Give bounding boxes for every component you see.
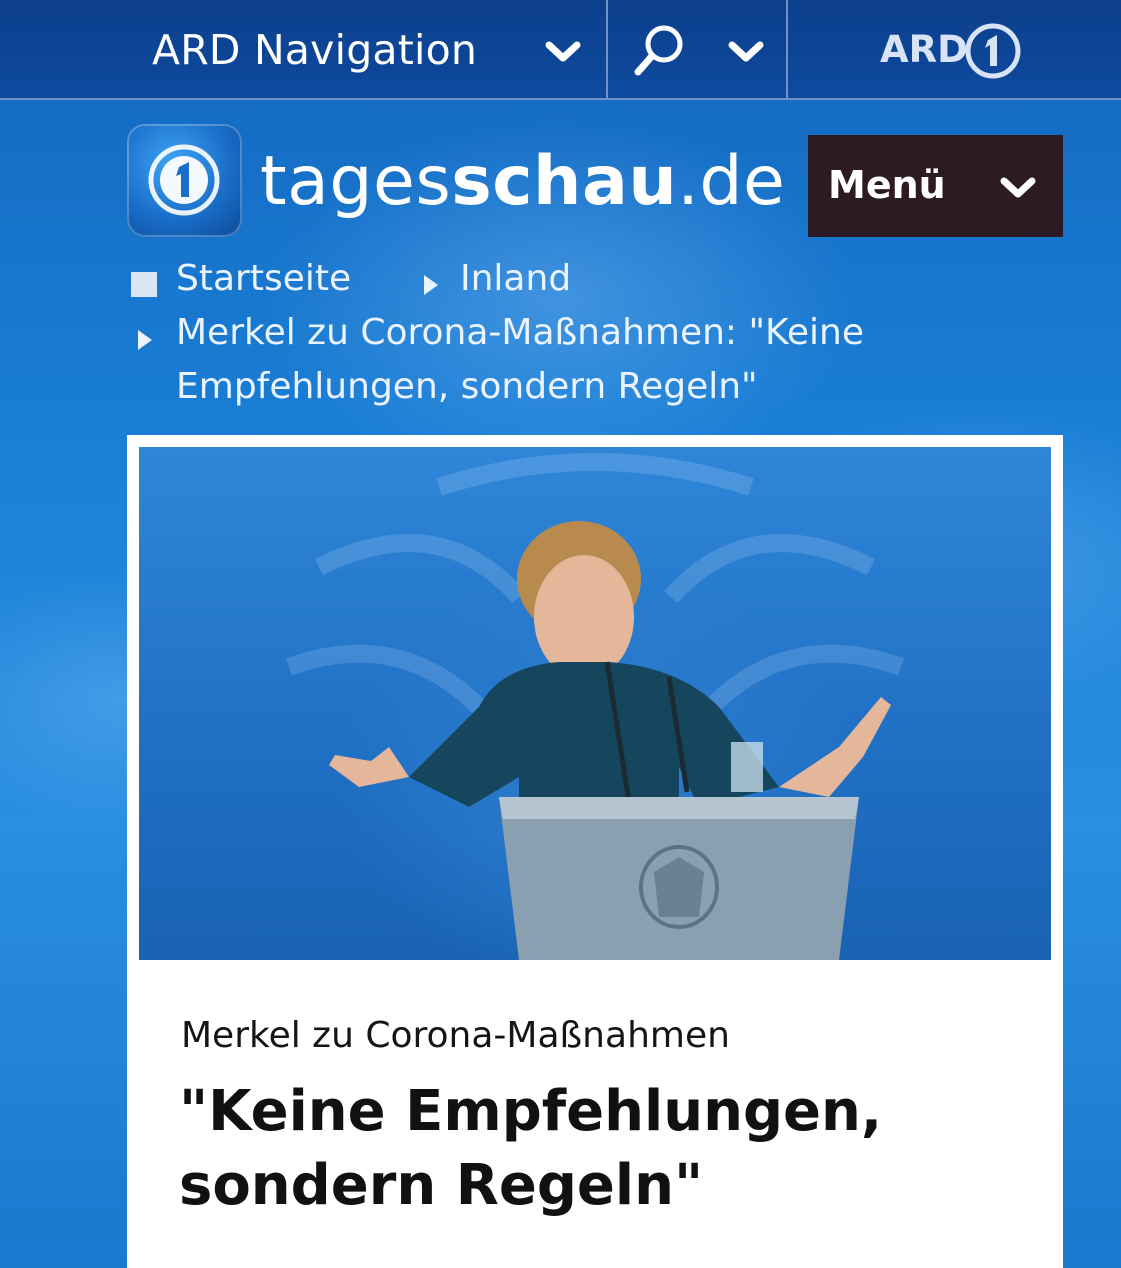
ard-navigation-label: ARD Navigation xyxy=(152,26,478,74)
headline-line-2: sondern Regeln" xyxy=(179,1153,704,1218)
triangle-right-icon xyxy=(424,275,438,295)
ard-one-logo[interactable]: ARD xyxy=(878,18,1028,82)
wordmark-bold: schau xyxy=(451,142,678,221)
tagesschau-one-icon xyxy=(148,144,220,216)
article-hero-image[interactable] xyxy=(139,447,1051,960)
menu-button[interactable]: Menü xyxy=(808,135,1063,237)
ard-top-bar: ARD Navigation ARD xyxy=(0,0,1121,100)
wordmark-regular: tages xyxy=(260,142,452,221)
menu-button-label: Menü xyxy=(828,163,946,207)
wordmark-suffix: .de xyxy=(677,142,786,221)
article-kicker[interactable]: Merkel zu Corona-Maßnahmen xyxy=(181,1015,730,1056)
ard-logo-text: ARD xyxy=(880,28,968,71)
chevron-down-icon[interactable] xyxy=(545,41,581,63)
ard-one-icon xyxy=(965,23,1021,79)
breadcrumb-inland[interactable]: Inland xyxy=(460,258,571,299)
breadcrumb-home[interactable]: Startseite xyxy=(176,258,351,299)
ard-search-toggle[interactable] xyxy=(610,0,788,100)
breadcrumb-current-line1[interactable]: Merkel zu Corona-Maßnahmen: "Keine xyxy=(176,312,864,353)
headline-line-1: "Keine Empfehlungen, xyxy=(179,1079,883,1144)
article-teaser-card[interactable]: Merkel zu Corona-Maßnahmen "Keine Empfeh… xyxy=(127,435,1063,1268)
tagesschau-wordmark[interactable]: tagesschau.de xyxy=(260,142,785,221)
article-headline[interactable]: "Keine Empfehlungen, sondern Regeln" xyxy=(179,1075,1019,1223)
tagesschau-logo[interactable] xyxy=(127,124,242,237)
square-bullet-icon xyxy=(131,272,157,297)
chevron-down-icon[interactable] xyxy=(728,41,764,63)
chevron-down-icon xyxy=(1000,177,1036,198)
triangle-right-icon xyxy=(138,330,152,350)
breadcrumb-current-line2[interactable]: Empfehlungen, sondern Regeln" xyxy=(176,366,758,407)
search-icon[interactable] xyxy=(630,20,690,80)
press-conference-photo xyxy=(285,453,905,960)
ard-navigation-toggle[interactable]: ARD Navigation xyxy=(0,0,608,100)
